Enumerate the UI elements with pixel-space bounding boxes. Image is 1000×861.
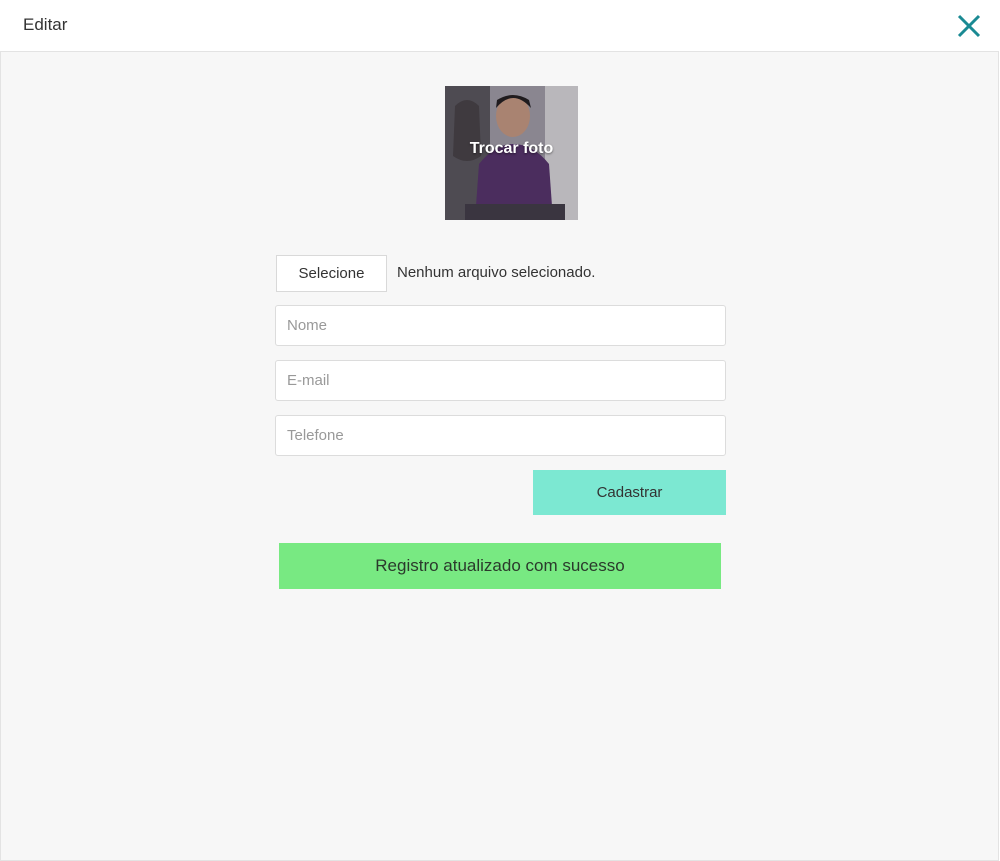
email-field[interactable]: [275, 360, 726, 401]
modal-title: Editar: [23, 15, 68, 34]
profile-photo[interactable]: Trocar foto: [445, 86, 578, 220]
name-field[interactable]: [275, 305, 726, 346]
close-icon: [957, 14, 981, 38]
close-button[interactable]: [954, 11, 984, 41]
success-alert: Registro atualizado com sucesso: [279, 543, 721, 589]
change-photo-label: Trocar foto: [469, 140, 554, 157]
file-select-button[interactable]: Selecione: [276, 255, 387, 292]
file-status-text: Nenhum arquivo selecionado.: [397, 264, 596, 281]
modal-header: Editar: [0, 0, 1000, 51]
submit-button[interactable]: Cadastrar: [533, 470, 726, 515]
phone-field[interactable]: [275, 415, 726, 456]
